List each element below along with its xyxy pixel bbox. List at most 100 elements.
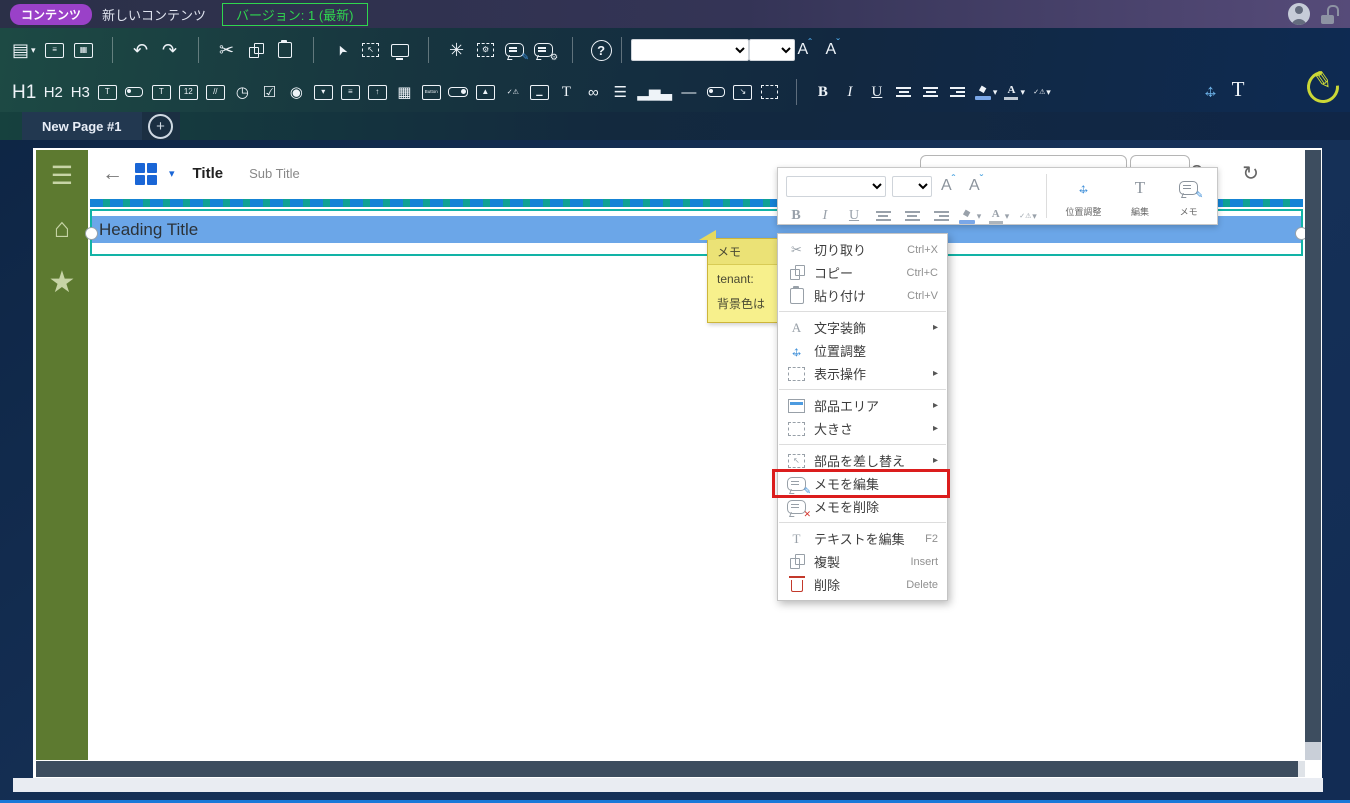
refresh-icon[interactable]: ↻ [1242,161,1259,186]
export-file-icon[interactable]: ▦ [74,37,94,63]
dashed-area-widget-icon[interactable] [760,79,780,105]
font-family-select[interactable] [630,39,749,61]
menu-item-replace-part[interactable]: ↖ 部品を差し替え ▸ [778,449,947,472]
select-box-icon[interactable]: ▾ [313,79,333,105]
pointer-icon[interactable]: ➤ [332,37,352,63]
area-settings-icon[interactable]: ⚙ [476,37,496,63]
float-bold-icon[interactable]: B [786,203,806,229]
vertical-scrollbar-thumb[interactable] [1305,150,1321,742]
float-font-size-select[interactable] [892,175,932,197]
button-widget-icon[interactable]: Button [421,79,441,105]
heading-1-icon[interactable]: H1 [12,79,36,105]
date-field-icon[interactable]: // [205,79,225,105]
copy-widget-icon[interactable] [246,37,266,63]
float-font-size-increase-icon[interactable]: Aˆ [938,173,958,199]
memo-edit-icon[interactable]: ✎ [505,37,529,63]
highlight-parts-icon[interactable]: ✳ [447,37,467,63]
align-center-icon[interactable] [921,79,941,105]
italic-icon[interactable]: I [840,79,860,105]
unlock-icon[interactable] [1320,4,1339,24]
font-size-increase-icon[interactable]: Aˆ [795,37,815,63]
horizontal-scrollbar[interactable] [36,761,1321,777]
chart-widget-icon[interactable]: ▂▅▃ [637,79,672,105]
sidebar-home-icon[interactable]: ⌂ [54,215,70,242]
float-align-right-icon[interactable] [931,203,951,229]
menu-item-edit-memo[interactable]: ✎ メモを編集 [772,469,950,498]
menu-item-delete[interactable]: 削除 Delete [778,573,947,596]
float-align-left-icon[interactable] [873,203,893,229]
pill-widget-icon[interactable] [706,79,726,105]
redo-icon[interactable]: ↷ [160,37,180,63]
resize-handle-left[interactable] [85,227,98,240]
float-button-memo[interactable]: ✎ メモ [1179,175,1203,218]
heading-2-icon[interactable]: H2 [43,79,63,105]
table-widget-icon[interactable]: ▦ [394,79,414,105]
status-widget-icon[interactable]: ✓⚠ [502,79,522,105]
menu-item-size[interactable]: 大きさ ▸ [778,417,947,440]
edit-mode-pencil-icon[interactable]: ✎ [1300,64,1346,110]
sidebar-menu-icon[interactable]: ☰ [51,164,73,189]
fill-color-icon[interactable]: ◆ ▾ [974,79,997,105]
underline-icon[interactable]: U [867,79,887,105]
font-size-select[interactable] [748,39,795,61]
float-button-text-edit[interactable]: T 編集 [1130,175,1150,218]
memo-settings-icon[interactable]: ⚙ [534,37,558,63]
menu-item-duplicate[interactable]: 複製 Insert [778,550,947,573]
toggle-switch-icon[interactable] [448,79,469,105]
menu-item-copy[interactable]: コピー Ctrl+C [778,261,947,284]
menu-item-parts-area[interactable]: 部品エリア ▸ [778,394,947,417]
float-underline-icon[interactable]: U [844,203,864,229]
menu-item-position-adjust[interactable]: ↔ ↕ 位置調整 [778,339,947,362]
float-font-color-icon[interactable]: A ▾ [988,203,1009,229]
text-field-icon[interactable]: T [97,79,117,105]
menu-item-text-decoration[interactable]: A 文字装飾 ▸ [778,316,947,339]
sidebar-star-icon[interactable]: ★ [49,268,76,298]
menu-item-display-operations[interactable]: 表示操作 ▸ [778,362,947,385]
float-fill-color-icon[interactable]: ◆ ▾ [958,203,981,229]
tab-new-page[interactable]: New Page #1 [22,112,142,140]
preview-monitor-icon[interactable] [390,37,410,63]
text-widget-icon[interactable]: T [556,79,576,105]
back-arrow-icon[interactable]: ← [102,162,123,186]
checkbox-icon[interactable]: ☑ [259,79,279,105]
view-source-icon[interactable]: ≡ [45,37,65,63]
menu-item-edit-text[interactable]: T テキストを編集 F2 [778,527,947,550]
position-adjust-icon[interactable]: ↔ ↕ [1200,76,1220,102]
add-tab-button[interactable]: + [141,112,180,140]
text-edit-icon[interactable]: T [1228,76,1248,102]
file-upload-icon[interactable]: ↑ [367,79,387,105]
textarea-field-icon[interactable]: T [151,79,171,105]
vertical-scrollbar[interactable] [1305,150,1321,760]
menu-item-paste[interactable]: 貼り付け Ctrl+V [778,284,947,307]
hline-widget-icon[interactable]: — [679,79,699,105]
paste-widget-icon[interactable] [275,37,295,63]
list-box-icon[interactable]: ≡ [340,79,360,105]
align-right-icon[interactable] [948,79,968,105]
menu-item-delete-memo[interactable]: ✕ メモを削除 [778,495,947,518]
bold-icon[interactable]: B [813,79,833,105]
image-widget-icon[interactable]: ▲ [475,79,495,105]
number-field-icon[interactable]: 12 [178,79,198,105]
content-publish-icon[interactable]: ▤ ▾ [12,37,36,63]
flow-widget-icon[interactable]: ↘ [733,79,753,105]
float-status-color-icon[interactable]: ✓⚠ ▾ [1018,203,1038,229]
select-area-icon[interactable]: ↖ [361,37,381,63]
float-font-family-select[interactable] [786,175,886,197]
float-align-center-icon[interactable] [902,203,922,229]
float-button-position-adjust[interactable]: ↔ ↕ 位置調整 [1065,175,1101,218]
align-left-icon[interactable] [894,79,914,105]
help-icon[interactable]: ? [590,37,612,63]
layout-grid-icon[interactable] [135,162,157,185]
cut-icon[interactable]: ✂ [217,37,237,63]
inline-field-icon[interactable] [124,79,144,105]
user-avatar-icon[interactable] [1288,3,1310,25]
layout-caret-icon[interactable]: ▾ [169,167,175,180]
float-italic-icon[interactable]: I [815,203,835,229]
heading-3-icon[interactable]: H3 [70,79,90,105]
time-field-icon[interactable]: ◷ [232,79,252,105]
horizontal-scrollbar-thumb[interactable] [36,761,1298,777]
link-widget-icon[interactable]: ∞ [583,79,603,105]
panel-widget-icon[interactable]: ▁ [529,79,549,105]
font-color-icon[interactable]: A ▾ [1004,79,1025,105]
radio-button-icon[interactable]: ◉ [286,79,306,105]
